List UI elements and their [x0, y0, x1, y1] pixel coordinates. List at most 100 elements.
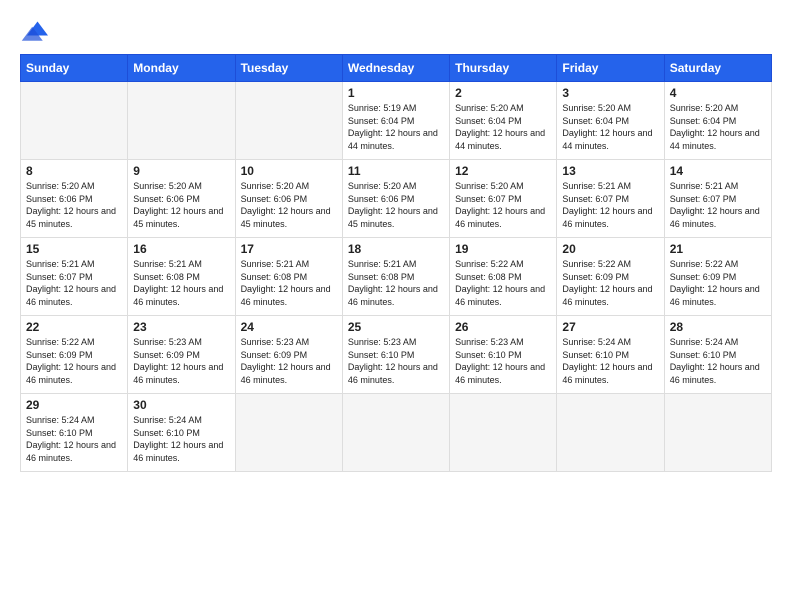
calendar-cell: 3 Sunrise: 5:20 AMSunset: 6:04 PMDayligh… [557, 82, 664, 160]
calendar-cell [235, 82, 342, 160]
day-info: Sunrise: 5:23 AMSunset: 6:10 PMDaylight:… [348, 336, 444, 386]
calendar-week-row: 22 Sunrise: 5:22 AMSunset: 6:09 PMDaylig… [21, 316, 772, 394]
calendar-cell [450, 394, 557, 472]
day-info: Sunrise: 5:21 AMSunset: 6:07 PMDaylight:… [670, 180, 766, 230]
day-info: Sunrise: 5:20 AMSunset: 6:06 PMDaylight:… [348, 180, 444, 230]
day-of-week-header: Friday [557, 55, 664, 82]
day-of-week-header: Sunday [21, 55, 128, 82]
day-info: Sunrise: 5:20 AMSunset: 6:04 PMDaylight:… [455, 102, 551, 152]
calendar-cell [21, 82, 128, 160]
day-info: Sunrise: 5:21 AMSunset: 6:08 PMDaylight:… [133, 258, 229, 308]
day-number: 28 [670, 320, 766, 334]
day-of-week-header: Tuesday [235, 55, 342, 82]
day-info: Sunrise: 5:21 AMSunset: 6:07 PMDaylight:… [26, 258, 122, 308]
header [20, 18, 772, 46]
day-number: 10 [241, 164, 337, 178]
day-number: 22 [26, 320, 122, 334]
calendar-cell: 21 Sunrise: 5:22 AMSunset: 6:09 PMDaylig… [664, 238, 771, 316]
calendar-week-row: 1 Sunrise: 5:19 AMSunset: 6:04 PMDayligh… [21, 82, 772, 160]
calendar-cell: 4 Sunrise: 5:20 AMSunset: 6:04 PMDayligh… [664, 82, 771, 160]
calendar-cell: 19 Sunrise: 5:22 AMSunset: 6:08 PMDaylig… [450, 238, 557, 316]
day-info: Sunrise: 5:24 AMSunset: 6:10 PMDaylight:… [670, 336, 766, 386]
day-info: Sunrise: 5:20 AMSunset: 6:04 PMDaylight:… [562, 102, 658, 152]
day-number: 24 [241, 320, 337, 334]
calendar-cell: 9 Sunrise: 5:20 AMSunset: 6:06 PMDayligh… [128, 160, 235, 238]
day-info: Sunrise: 5:24 AMSunset: 6:10 PMDaylight:… [562, 336, 658, 386]
calendar-week-row: 8 Sunrise: 5:20 AMSunset: 6:06 PMDayligh… [21, 160, 772, 238]
day-number: 26 [455, 320, 551, 334]
day-number: 16 [133, 242, 229, 256]
logo-icon [20, 18, 48, 46]
calendar-cell: 30 Sunrise: 5:24 AMSunset: 6:10 PMDaylig… [128, 394, 235, 472]
calendar-cell: 28 Sunrise: 5:24 AMSunset: 6:10 PMDaylig… [664, 316, 771, 394]
calendar-cell: 20 Sunrise: 5:22 AMSunset: 6:09 PMDaylig… [557, 238, 664, 316]
calendar-cell: 14 Sunrise: 5:21 AMSunset: 6:07 PMDaylig… [664, 160, 771, 238]
calendar-cell: 8 Sunrise: 5:20 AMSunset: 6:06 PMDayligh… [21, 160, 128, 238]
day-number: 18 [348, 242, 444, 256]
day-info: Sunrise: 5:19 AMSunset: 6:04 PMDaylight:… [348, 102, 444, 152]
header-row: SundayMondayTuesdayWednesdayThursdayFrid… [21, 55, 772, 82]
day-number: 17 [241, 242, 337, 256]
day-number: 30 [133, 398, 229, 412]
day-info: Sunrise: 5:20 AMSunset: 6:06 PMDaylight:… [26, 180, 122, 230]
day-number: 2 [455, 86, 551, 100]
calendar-cell: 10 Sunrise: 5:20 AMSunset: 6:06 PMDaylig… [235, 160, 342, 238]
calendar-cell: 23 Sunrise: 5:23 AMSunset: 6:09 PMDaylig… [128, 316, 235, 394]
calendar-cell: 22 Sunrise: 5:22 AMSunset: 6:09 PMDaylig… [21, 316, 128, 394]
day-info: Sunrise: 5:22 AMSunset: 6:09 PMDaylight:… [26, 336, 122, 386]
day-number: 8 [26, 164, 122, 178]
calendar: SundayMondayTuesdayWednesdayThursdayFrid… [20, 54, 772, 472]
day-number: 9 [133, 164, 229, 178]
day-number: 23 [133, 320, 229, 334]
calendar-cell: 17 Sunrise: 5:21 AMSunset: 6:08 PMDaylig… [235, 238, 342, 316]
day-number: 14 [670, 164, 766, 178]
calendar-cell: 16 Sunrise: 5:21 AMSunset: 6:08 PMDaylig… [128, 238, 235, 316]
day-info: Sunrise: 5:21 AMSunset: 6:07 PMDaylight:… [562, 180, 658, 230]
calendar-cell: 18 Sunrise: 5:21 AMSunset: 6:08 PMDaylig… [342, 238, 449, 316]
day-info: Sunrise: 5:23 AMSunset: 6:10 PMDaylight:… [455, 336, 551, 386]
calendar-cell: 24 Sunrise: 5:23 AMSunset: 6:09 PMDaylig… [235, 316, 342, 394]
day-info: Sunrise: 5:23 AMSunset: 6:09 PMDaylight:… [241, 336, 337, 386]
day-number: 3 [562, 86, 658, 100]
calendar-cell [557, 394, 664, 472]
day-of-week-header: Thursday [450, 55, 557, 82]
day-info: Sunrise: 5:22 AMSunset: 6:09 PMDaylight:… [562, 258, 658, 308]
day-number: 25 [348, 320, 444, 334]
calendar-cell: 12 Sunrise: 5:20 AMSunset: 6:07 PMDaylig… [450, 160, 557, 238]
calendar-cell: 2 Sunrise: 5:20 AMSunset: 6:04 PMDayligh… [450, 82, 557, 160]
day-number: 21 [670, 242, 766, 256]
calendar-cell: 29 Sunrise: 5:24 AMSunset: 6:10 PMDaylig… [21, 394, 128, 472]
calendar-week-row: 29 Sunrise: 5:24 AMSunset: 6:10 PMDaylig… [21, 394, 772, 472]
day-info: Sunrise: 5:24 AMSunset: 6:10 PMDaylight:… [133, 414, 229, 464]
day-info: Sunrise: 5:20 AMSunset: 6:06 PMDaylight:… [241, 180, 337, 230]
day-info: Sunrise: 5:21 AMSunset: 6:08 PMDaylight:… [241, 258, 337, 308]
calendar-header: SundayMondayTuesdayWednesdayThursdayFrid… [21, 55, 772, 82]
calendar-cell [342, 394, 449, 472]
day-number: 1 [348, 86, 444, 100]
day-number: 11 [348, 164, 444, 178]
day-number: 20 [562, 242, 658, 256]
day-of-week-header: Monday [128, 55, 235, 82]
calendar-cell [235, 394, 342, 472]
day-info: Sunrise: 5:20 AMSunset: 6:06 PMDaylight:… [133, 180, 229, 230]
day-number: 15 [26, 242, 122, 256]
logo [20, 18, 52, 46]
calendar-week-row: 15 Sunrise: 5:21 AMSunset: 6:07 PMDaylig… [21, 238, 772, 316]
calendar-cell: 11 Sunrise: 5:20 AMSunset: 6:06 PMDaylig… [342, 160, 449, 238]
day-info: Sunrise: 5:22 AMSunset: 6:08 PMDaylight:… [455, 258, 551, 308]
calendar-cell: 25 Sunrise: 5:23 AMSunset: 6:10 PMDaylig… [342, 316, 449, 394]
day-number: 4 [670, 86, 766, 100]
calendar-cell: 26 Sunrise: 5:23 AMSunset: 6:10 PMDaylig… [450, 316, 557, 394]
day-number: 27 [562, 320, 658, 334]
day-info: Sunrise: 5:20 AMSunset: 6:07 PMDaylight:… [455, 180, 551, 230]
calendar-cell: 1 Sunrise: 5:19 AMSunset: 6:04 PMDayligh… [342, 82, 449, 160]
day-number: 29 [26, 398, 122, 412]
calendar-cell [664, 394, 771, 472]
day-info: Sunrise: 5:24 AMSunset: 6:10 PMDaylight:… [26, 414, 122, 464]
page: SundayMondayTuesdayWednesdayThursdayFrid… [0, 0, 792, 612]
day-number: 19 [455, 242, 551, 256]
day-info: Sunrise: 5:23 AMSunset: 6:09 PMDaylight:… [133, 336, 229, 386]
day-of-week-header: Saturday [664, 55, 771, 82]
day-info: Sunrise: 5:22 AMSunset: 6:09 PMDaylight:… [670, 258, 766, 308]
calendar-cell [128, 82, 235, 160]
